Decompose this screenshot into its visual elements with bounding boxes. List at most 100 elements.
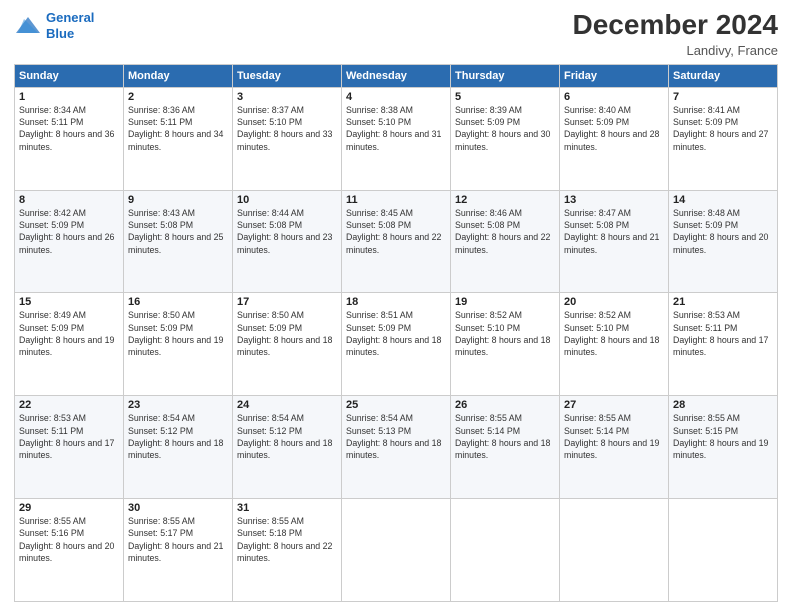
weekday-header-row: SundayMondayTuesdayWednesdayThursdayFrid… — [15, 64, 778, 87]
calendar-cell: 7 Sunrise: 8:41 AMSunset: 5:09 PMDayligh… — [669, 87, 778, 190]
day-info: Sunrise: 8:55 AMSunset: 5:16 PMDaylight:… — [19, 516, 114, 563]
calendar-cell: 11 Sunrise: 8:45 AMSunset: 5:08 PMDaylig… — [342, 190, 451, 293]
weekday-header-wednesday: Wednesday — [342, 64, 451, 87]
day-info: Sunrise: 8:37 AMSunset: 5:10 PMDaylight:… — [237, 105, 332, 152]
day-info: Sunrise: 8:55 AMSunset: 5:14 PMDaylight:… — [455, 413, 550, 460]
day-info: Sunrise: 8:54 AMSunset: 5:12 PMDaylight:… — [237, 413, 332, 460]
day-number: 21 — [673, 296, 773, 308]
day-number: 24 — [237, 399, 337, 411]
day-number: 9 — [128, 194, 228, 206]
title-block: December 2024 Landivy, France — [573, 10, 778, 58]
day-info: Sunrise: 8:49 AMSunset: 5:09 PMDaylight:… — [19, 310, 114, 357]
calendar-week-row: 22 Sunrise: 8:53 AMSunset: 5:11 PMDaylig… — [15, 396, 778, 499]
weekday-header-monday: Monday — [124, 64, 233, 87]
day-info: Sunrise: 8:46 AMSunset: 5:08 PMDaylight:… — [455, 208, 550, 255]
day-number: 12 — [455, 194, 555, 206]
logo: General Blue — [14, 10, 94, 41]
calendar-cell: 1 Sunrise: 8:34 AMSunset: 5:11 PMDayligh… — [15, 87, 124, 190]
calendar-cell: 9 Sunrise: 8:43 AMSunset: 5:08 PMDayligh… — [124, 190, 233, 293]
calendar-cell: 18 Sunrise: 8:51 AMSunset: 5:09 PMDaylig… — [342, 293, 451, 396]
day-number: 5 — [455, 91, 555, 103]
subtitle: Landivy, France — [573, 43, 778, 58]
calendar-cell: 23 Sunrise: 8:54 AMSunset: 5:12 PMDaylig… — [124, 396, 233, 499]
calendar-cell: 8 Sunrise: 8:42 AMSunset: 5:09 PMDayligh… — [15, 190, 124, 293]
calendar-cell: 13 Sunrise: 8:47 AMSunset: 5:08 PMDaylig… — [560, 190, 669, 293]
day-info: Sunrise: 8:43 AMSunset: 5:08 PMDaylight:… — [128, 208, 223, 255]
logo-text: General Blue — [46, 10, 94, 41]
calendar-cell: 4 Sunrise: 8:38 AMSunset: 5:10 PMDayligh… — [342, 87, 451, 190]
calendar-cell: 29 Sunrise: 8:55 AMSunset: 5:16 PMDaylig… — [15, 499, 124, 602]
calendar-cell: 3 Sunrise: 8:37 AMSunset: 5:10 PMDayligh… — [233, 87, 342, 190]
calendar-cell: 12 Sunrise: 8:46 AMSunset: 5:08 PMDaylig… — [451, 190, 560, 293]
calendar-cell: 22 Sunrise: 8:53 AMSunset: 5:11 PMDaylig… — [15, 396, 124, 499]
weekday-header-friday: Friday — [560, 64, 669, 87]
day-number: 28 — [673, 399, 773, 411]
day-info: Sunrise: 8:44 AMSunset: 5:08 PMDaylight:… — [237, 208, 332, 255]
day-number: 11 — [346, 194, 446, 206]
calendar-cell: 24 Sunrise: 8:54 AMSunset: 5:12 PMDaylig… — [233, 396, 342, 499]
day-info: Sunrise: 8:55 AMSunset: 5:18 PMDaylight:… — [237, 516, 332, 563]
weekday-header-tuesday: Tuesday — [233, 64, 342, 87]
day-info: Sunrise: 8:42 AMSunset: 5:09 PMDaylight:… — [19, 208, 114, 255]
day-info: Sunrise: 8:55 AMSunset: 5:15 PMDaylight:… — [673, 413, 768, 460]
calendar-cell — [560, 499, 669, 602]
calendar-week-row: 1 Sunrise: 8:34 AMSunset: 5:11 PMDayligh… — [15, 87, 778, 190]
day-info: Sunrise: 8:54 AMSunset: 5:13 PMDaylight:… — [346, 413, 441, 460]
day-number: 3 — [237, 91, 337, 103]
calendar-cell: 20 Sunrise: 8:52 AMSunset: 5:10 PMDaylig… — [560, 293, 669, 396]
calendar-cell: 21 Sunrise: 8:53 AMSunset: 5:11 PMDaylig… — [669, 293, 778, 396]
day-number: 8 — [19, 194, 119, 206]
day-info: Sunrise: 8:40 AMSunset: 5:09 PMDaylight:… — [564, 105, 659, 152]
calendar-cell: 31 Sunrise: 8:55 AMSunset: 5:18 PMDaylig… — [233, 499, 342, 602]
calendar-cell: 28 Sunrise: 8:55 AMSunset: 5:15 PMDaylig… — [669, 396, 778, 499]
day-number: 10 — [237, 194, 337, 206]
logo-line1: General — [46, 10, 94, 25]
logo-line2: Blue — [46, 26, 74, 41]
day-number: 29 — [19, 502, 119, 514]
calendar-cell — [342, 499, 451, 602]
calendar-cell: 14 Sunrise: 8:48 AMSunset: 5:09 PMDaylig… — [669, 190, 778, 293]
day-number: 13 — [564, 194, 664, 206]
calendar-cell: 2 Sunrise: 8:36 AMSunset: 5:11 PMDayligh… — [124, 87, 233, 190]
calendar-cell — [451, 499, 560, 602]
day-info: Sunrise: 8:53 AMSunset: 5:11 PMDaylight:… — [673, 310, 768, 357]
weekday-header-saturday: Saturday — [669, 64, 778, 87]
day-info: Sunrise: 8:55 AMSunset: 5:17 PMDaylight:… — [128, 516, 223, 563]
main-title: December 2024 — [573, 10, 778, 41]
day-info: Sunrise: 8:38 AMSunset: 5:10 PMDaylight:… — [346, 105, 441, 152]
calendar-week-row: 15 Sunrise: 8:49 AMSunset: 5:09 PMDaylig… — [15, 293, 778, 396]
day-info: Sunrise: 8:36 AMSunset: 5:11 PMDaylight:… — [128, 105, 223, 152]
calendar-cell: 5 Sunrise: 8:39 AMSunset: 5:09 PMDayligh… — [451, 87, 560, 190]
calendar-cell: 25 Sunrise: 8:54 AMSunset: 5:13 PMDaylig… — [342, 396, 451, 499]
day-number: 14 — [673, 194, 773, 206]
day-info: Sunrise: 8:52 AMSunset: 5:10 PMDaylight:… — [455, 310, 550, 357]
day-number: 30 — [128, 502, 228, 514]
day-number: 31 — [237, 502, 337, 514]
calendar-week-row: 8 Sunrise: 8:42 AMSunset: 5:09 PMDayligh… — [15, 190, 778, 293]
day-number: 1 — [19, 91, 119, 103]
day-info: Sunrise: 8:41 AMSunset: 5:09 PMDaylight:… — [673, 105, 768, 152]
day-info: Sunrise: 8:53 AMSunset: 5:11 PMDaylight:… — [19, 413, 114, 460]
day-number: 23 — [128, 399, 228, 411]
day-number: 18 — [346, 296, 446, 308]
day-number: 17 — [237, 296, 337, 308]
header: General Blue December 2024 Landivy, Fran… — [14, 10, 778, 58]
calendar-cell: 15 Sunrise: 8:49 AMSunset: 5:09 PMDaylig… — [15, 293, 124, 396]
day-number: 4 — [346, 91, 446, 103]
logo-icon — [14, 15, 42, 37]
calendar-table: SundayMondayTuesdayWednesdayThursdayFrid… — [14, 64, 778, 602]
calendar-cell: 27 Sunrise: 8:55 AMSunset: 5:14 PMDaylig… — [560, 396, 669, 499]
day-info: Sunrise: 8:54 AMSunset: 5:12 PMDaylight:… — [128, 413, 223, 460]
day-number: 20 — [564, 296, 664, 308]
day-number: 27 — [564, 399, 664, 411]
weekday-header-thursday: Thursday — [451, 64, 560, 87]
day-number: 2 — [128, 91, 228, 103]
day-number: 6 — [564, 91, 664, 103]
day-number: 25 — [346, 399, 446, 411]
calendar-cell: 10 Sunrise: 8:44 AMSunset: 5:08 PMDaylig… — [233, 190, 342, 293]
weekday-header-sunday: Sunday — [15, 64, 124, 87]
day-number: 19 — [455, 296, 555, 308]
day-info: Sunrise: 8:51 AMSunset: 5:09 PMDaylight:… — [346, 310, 441, 357]
calendar-cell — [669, 499, 778, 602]
day-number: 16 — [128, 296, 228, 308]
